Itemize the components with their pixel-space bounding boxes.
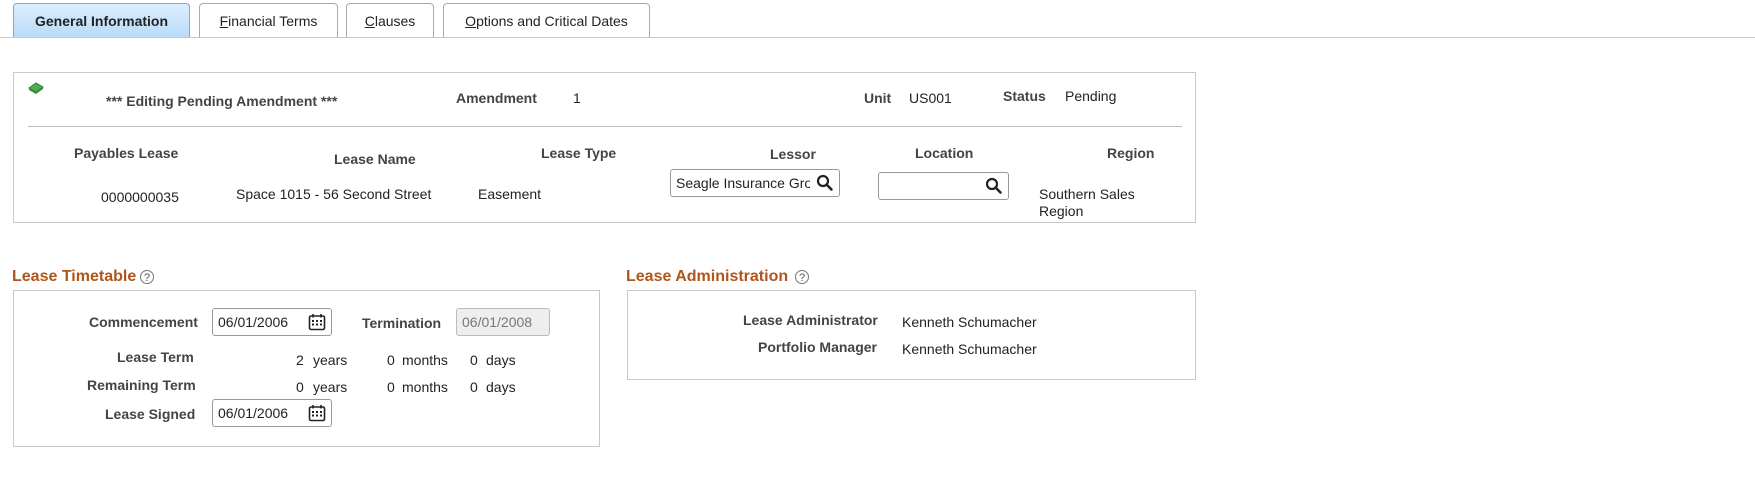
- months-unit: months: [402, 379, 448, 395]
- tab-label: lauses: [374, 13, 416, 29]
- tab-clauses[interactable]: Clauses: [346, 3, 434, 37]
- location-field[interactable]: [878, 172, 1009, 200]
- tab-accesskey: C: [364, 13, 375, 29]
- lease-type-value: Easement: [478, 186, 542, 202]
- lease-name-value: Space 1015 - 56 Second Street: [236, 186, 432, 202]
- remaining-years: 0: [296, 379, 304, 395]
- tab-options-critical-dates[interactable]: Options and Critical Dates: [443, 3, 650, 37]
- help-icon[interactable]: ?: [140, 270, 154, 284]
- tab-label: inancial Terms: [228, 13, 318, 29]
- amendment-label: Amendment: [456, 90, 537, 106]
- lease-administrator-value: Kenneth Schumacher: [902, 314, 1037, 330]
- help-icon[interactable]: ?: [795, 270, 809, 284]
- commencement-label: Commencement: [89, 314, 198, 330]
- days-unit: days: [486, 379, 516, 395]
- lease-term-months: 0: [387, 352, 395, 368]
- lease-administration-title: Lease Administration: [626, 268, 789, 285]
- lease-timetable-title: Lease Timetable: [12, 268, 137, 285]
- commencement-date-field[interactable]: 06/01/2006: [212, 308, 332, 336]
- editing-banner: *** Editing Pending Amendment ***: [106, 93, 338, 109]
- search-icon[interactable]: [816, 174, 834, 192]
- termination-date-field: 06/01/2008: [456, 308, 550, 336]
- unit-value: US001: [909, 90, 952, 106]
- status-value: Pending: [1065, 88, 1117, 104]
- payables-lease-label: Payables Lease: [74, 145, 179, 161]
- years-unit: years: [313, 352, 348, 368]
- lease-timetable-box: Commencement 06/01/2006 Termination 06/0…: [13, 290, 600, 447]
- lease-administrator-label: Lease Administrator: [743, 312, 878, 328]
- tab-accesskey: O: [465, 13, 477, 29]
- lessor-value: Seagle Insurance Gro: [676, 175, 810, 191]
- remaining-days: 0: [470, 379, 478, 395]
- days-unit: days: [486, 352, 516, 368]
- lease-term-years: 2: [296, 352, 304, 368]
- amendment-value: 1: [573, 90, 581, 106]
- tab-financial-terms[interactable]: Financial Terms: [199, 3, 338, 37]
- lease-name-label: Lease Name: [334, 151, 416, 167]
- commencement-value: 06/01/2006: [218, 314, 289, 330]
- amendment-icon: [28, 82, 44, 94]
- portfolio-manager-label: Portfolio Manager: [758, 339, 878, 355]
- tab-label: ptions and Critical Dates: [476, 13, 628, 29]
- remaining-months: 0: [387, 379, 395, 395]
- region-value-line2: Region: [1039, 203, 1084, 219]
- lease-header-box: *** Editing Pending Amendment *** Amendm…: [13, 72, 1196, 223]
- search-icon[interactable]: [985, 177, 1003, 195]
- status-label: Status: [1003, 88, 1046, 104]
- lease-signed-value: 06/01/2006: [218, 405, 289, 421]
- termination-label: Termination: [362, 315, 442, 331]
- lease-signed-date-field[interactable]: 06/01/2006: [212, 399, 332, 427]
- tab-general-information[interactable]: General Information: [13, 3, 190, 37]
- region-label: Region: [1107, 145, 1155, 161]
- years-unit: years: [313, 379, 348, 395]
- payables-lease-value: 0000000035: [101, 189, 179, 205]
- lease-term-label: Lease Term: [117, 349, 194, 365]
- unit-label: Unit: [864, 90, 892, 106]
- termination-value: 06/01/2008: [462, 314, 533, 330]
- lease-signed-label: Lease Signed: [105, 406, 196, 422]
- tab-label: General Information: [34, 13, 169, 29]
- header-divider: [28, 126, 1182, 127]
- region-value-line1: Southern Sales: [1039, 186, 1135, 202]
- lease-administration-box: Lease Administrator Kenneth Schumacher P…: [627, 290, 1196, 380]
- months-unit: months: [402, 352, 448, 368]
- calendar-icon[interactable]: [308, 313, 326, 331]
- lease-term-days: 0: [470, 352, 478, 368]
- calendar-icon[interactable]: [308, 404, 326, 422]
- lessor-label: Lessor: [770, 146, 816, 162]
- lessor-field[interactable]: Seagle Insurance Gro: [670, 169, 840, 197]
- remaining-term-label: Remaining Term: [87, 377, 196, 393]
- lease-type-label: Lease Type: [541, 145, 617, 161]
- tab-accesskey: F: [219, 13, 229, 29]
- portfolio-manager-value: Kenneth Schumacher: [902, 341, 1037, 357]
- location-label: Location: [915, 145, 974, 161]
